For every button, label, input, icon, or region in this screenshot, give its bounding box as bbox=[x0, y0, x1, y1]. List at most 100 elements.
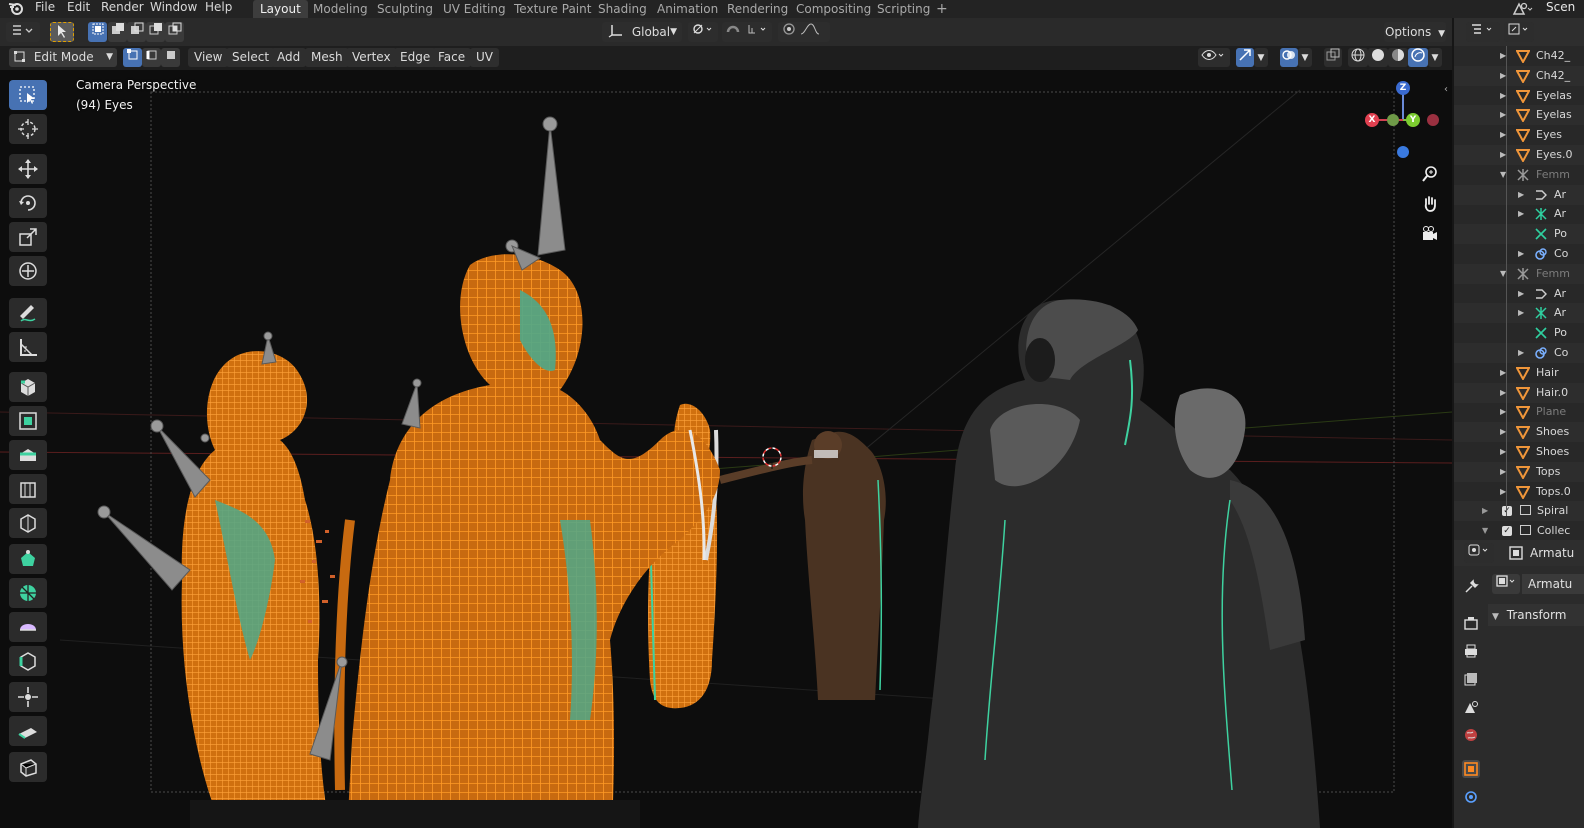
properties-editor-type-dropdown[interactable] bbox=[1464, 543, 1494, 563]
tool-cursor[interactable] bbox=[9, 114, 47, 144]
outliner-item[interactable]: ▶ Tops.0 bbox=[1454, 482, 1584, 502]
outliner-item[interactable]: ▶ Ch42_ bbox=[1454, 65, 1584, 86]
outliner-item[interactable]: ▼ Femm bbox=[1454, 263, 1584, 284]
outliner-display-mode-dropdown[interactable] bbox=[1466, 22, 1500, 42]
checkbox-icon[interactable]: ✓ bbox=[1502, 526, 1512, 537]
face-select-mode-button[interactable] bbox=[161, 48, 180, 67]
menu-view[interactable]: View bbox=[188, 48, 229, 67]
select-mode-intersect-button[interactable] bbox=[165, 22, 184, 42]
tool-shear[interactable] bbox=[9, 716, 47, 746]
menu-window[interactable]: Window bbox=[150, 0, 197, 18]
expand-arrow-icon[interactable]: ▶ bbox=[1518, 204, 1524, 224]
tab-shading[interactable]: Shading bbox=[591, 0, 654, 18]
blender-logo-icon[interactable] bbox=[8, 1, 24, 18]
tab-sculpting[interactable]: Sculpting bbox=[370, 0, 440, 18]
overlays-dropdown[interactable]: ▼ bbox=[1298, 48, 1312, 67]
outliner-item[interactable]: ▶ Tops bbox=[1454, 461, 1584, 482]
tool-measure[interactable] bbox=[9, 332, 47, 362]
navigation-gizmo[interactable]: Z X Y bbox=[1360, 78, 1444, 162]
tab-uv-editing[interactable]: UV Editing bbox=[436, 0, 513, 18]
shading-dropdown[interactable]: ▼ bbox=[1428, 48, 1442, 67]
outliner-item[interactable]: ▶ Ar bbox=[1454, 184, 1584, 205]
shading-rendered-button[interactable] bbox=[1408, 48, 1428, 67]
menu-uv[interactable]: UV bbox=[470, 48, 499, 67]
outliner-item[interactable]: ▶ Eyes bbox=[1454, 125, 1584, 145]
tool-extrude[interactable] bbox=[9, 406, 47, 436]
tab-animation[interactable]: Animation bbox=[650, 0, 725, 18]
outliner-item[interactable]: ▶ Eyelas bbox=[1454, 105, 1584, 126]
tool-select-box[interactable] bbox=[9, 80, 47, 110]
tool-annotate[interactable] bbox=[9, 298, 47, 328]
tool-shrink-fatten[interactable] bbox=[9, 682, 47, 712]
tool-add-cube[interactable] bbox=[9, 372, 47, 402]
shading-wireframe-button[interactable] bbox=[1348, 48, 1368, 67]
expand-arrow-icon[interactable]: ▶ bbox=[1518, 284, 1524, 304]
expand-arrow-icon[interactable]: ▶ bbox=[1518, 303, 1524, 323]
tool-transform[interactable] bbox=[9, 256, 47, 286]
expand-arrow-icon[interactable]: ▶ bbox=[1518, 185, 1524, 205]
tool-edge-slide[interactable] bbox=[9, 646, 47, 676]
select-mode-subtract-button[interactable] bbox=[127, 22, 146, 42]
select-mode-extend-button[interactable] bbox=[108, 22, 127, 42]
object-datablock-dropdown[interactable] bbox=[1492, 574, 1520, 594]
scene-name[interactable]: Scen bbox=[1546, 0, 1575, 18]
object-name-field[interactable]: Armatu bbox=[1522, 574, 1584, 594]
outliner-item[interactable]: ▶ Eyelas bbox=[1454, 86, 1584, 106]
gizmo-axis-x[interactable]: X bbox=[1365, 113, 1379, 127]
tool-loop-cut[interactable] bbox=[9, 508, 47, 538]
outliner-item[interactable]: ▶ Eyes.0 bbox=[1454, 145, 1584, 165]
tab-output-properties[interactable] bbox=[1462, 642, 1480, 660]
select-mode-new-button[interactable] bbox=[88, 22, 107, 42]
tool-scale[interactable] bbox=[9, 222, 47, 252]
outliner-item[interactable]: ▶ Hair.0 bbox=[1454, 382, 1584, 403]
checkbox-icon[interactable]: ✓ bbox=[1502, 506, 1512, 517]
outliner-item[interactable]: ▶ Ar bbox=[1454, 303, 1584, 324]
select-tool-button[interactable] bbox=[50, 22, 74, 42]
tool-rip-region[interactable] bbox=[9, 752, 47, 782]
scene-icon[interactable] bbox=[1512, 1, 1534, 19]
outliner-item[interactable]: ▶ Plane bbox=[1454, 402, 1584, 422]
menu-mesh[interactable]: Mesh bbox=[305, 48, 349, 67]
tab-scene-properties[interactable] bbox=[1462, 698, 1480, 716]
tab-compositing[interactable]: Compositing bbox=[789, 0, 878, 18]
outliner-item[interactable]: ▶ Hair bbox=[1454, 363, 1584, 383]
outliner-item[interactable]: ▶ Shoes bbox=[1454, 422, 1584, 443]
editor-type-button[interactable] bbox=[6, 22, 40, 42]
expand-arrow-icon[interactable]: ▶ bbox=[1518, 244, 1524, 264]
expand-arrow-icon[interactable]: ▶ bbox=[1482, 501, 1488, 521]
tool-smooth[interactable] bbox=[9, 612, 47, 642]
menu-face[interactable]: Face bbox=[432, 48, 472, 67]
tab-object-properties[interactable] bbox=[1462, 760, 1480, 778]
tab-scripting[interactable]: Scripting bbox=[870, 0, 937, 18]
select-mode-difference-button[interactable] bbox=[146, 22, 165, 42]
visibility-dropdown[interactable] bbox=[1198, 48, 1230, 67]
outliner-item[interactable]: ▶ Ar bbox=[1454, 204, 1584, 224]
menu-vertex[interactable]: Vertex bbox=[346, 48, 397, 67]
3d-viewport[interactable]: Camera Perspective (94) Eyes ‹ bbox=[0, 70, 1452, 828]
outliner-item[interactable]: ▼ Femm bbox=[1454, 165, 1584, 185]
sidebar-toggle-icon[interactable]: ‹ bbox=[1444, 84, 1448, 95]
options-dropdown[interactable]: Options ▼ bbox=[1384, 22, 1446, 42]
outliner-item[interactable]: Po bbox=[1454, 224, 1584, 245]
tool-bevel[interactable] bbox=[9, 474, 47, 504]
edge-select-mode-button[interactable] bbox=[142, 48, 161, 67]
shading-solid-button[interactable] bbox=[1368, 48, 1388, 67]
tab-render-properties[interactable] bbox=[1462, 614, 1480, 632]
outliner-filter-dropdown[interactable] bbox=[1504, 22, 1534, 42]
gizmo-toggle[interactable] bbox=[1236, 48, 1254, 67]
tool-inset[interactable] bbox=[9, 440, 47, 470]
tab-view-layer-properties[interactable] bbox=[1462, 670, 1480, 688]
pivot-point-dropdown[interactable] bbox=[688, 22, 718, 42]
outliner-item[interactable]: ▶ Ar bbox=[1454, 284, 1584, 304]
gizmo-axis-z[interactable]: Z bbox=[1396, 81, 1410, 95]
menu-add[interactable]: Add bbox=[271, 48, 307, 67]
overlays-toggle[interactable] bbox=[1280, 48, 1298, 67]
gizmo-axis-neg-y[interactable] bbox=[1387, 114, 1399, 126]
menu-file[interactable]: File bbox=[35, 0, 55, 18]
zoom-view-button[interactable] bbox=[1418, 162, 1442, 186]
gizmo-axis-y[interactable]: Y bbox=[1406, 113, 1420, 127]
outliner-item[interactable]: ▶ ✓ Spiral bbox=[1454, 501, 1584, 522]
outliner-item[interactable]: Po bbox=[1454, 323, 1584, 343]
gizmo-dropdown[interactable]: ▼ bbox=[1254, 48, 1268, 67]
mode-dropdown[interactable]: Edit Mode ▼ bbox=[9, 48, 117, 67]
